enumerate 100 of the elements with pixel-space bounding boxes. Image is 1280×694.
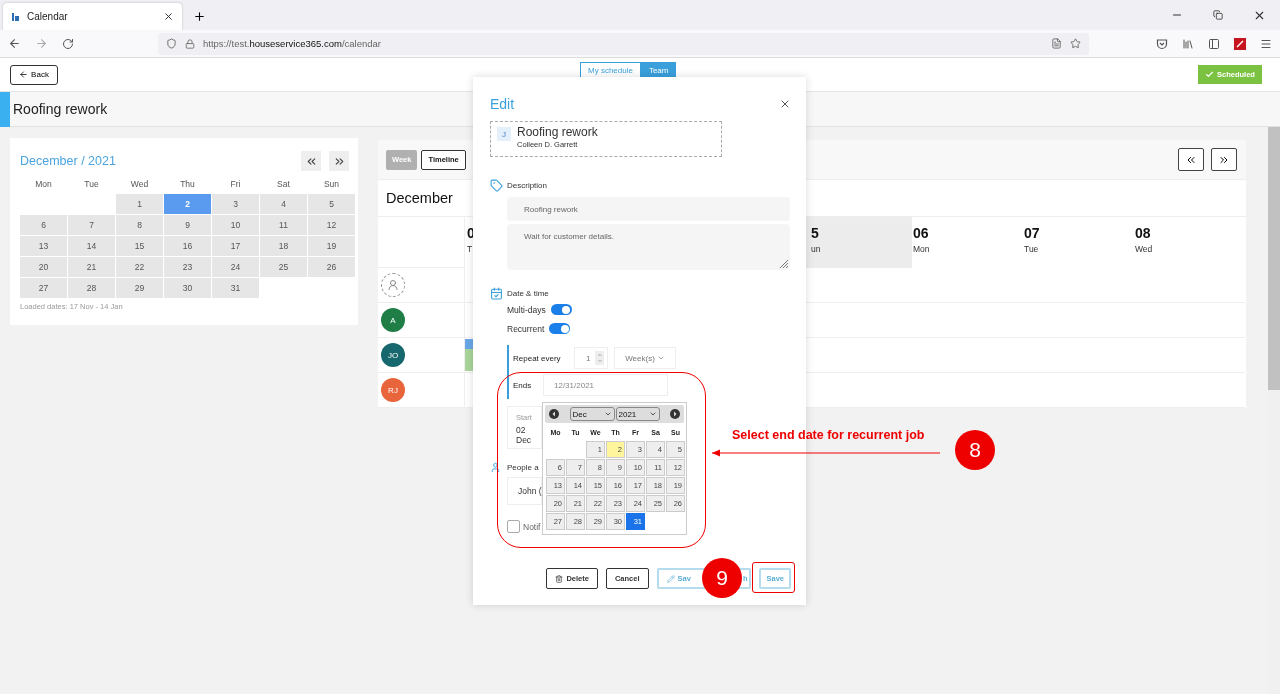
arrow-left-icon: [19, 70, 29, 79]
weekday-label: Wed: [129, 179, 150, 191]
calendar-day[interactable]: 23: [164, 257, 211, 277]
calendar-day[interactable]: 14: [68, 236, 115, 256]
shield-icon: [166, 38, 177, 49]
year-select[interactable]: 2021: [615, 407, 660, 421]
chevron-down-icon: [603, 410, 612, 418]
day-number: 08: [1135, 225, 1152, 241]
tab-title: Calendar: [27, 11, 68, 22]
tag-icon: [490, 178, 503, 192]
calendar-day[interactable]: 12: [308, 215, 355, 235]
back-button[interactable]: Back: [10, 64, 58, 85]
section-label: Date & time: [507, 288, 549, 298]
calendar-day[interactable]: 21: [68, 257, 115, 277]
weekday-label: Fri: [229, 179, 242, 191]
calendar-day[interactable]: 24: [212, 257, 259, 277]
calendar-day[interactable]: 3: [212, 194, 259, 214]
address-bar[interactable]: https://test.houseservice365.com/calendar: [158, 32, 1089, 55]
calendar-day[interactable]: 16: [164, 236, 211, 256]
calendar-day[interactable]: 17: [212, 236, 259, 256]
weekday-label: Sat: [276, 179, 291, 191]
step-number: 8: [955, 430, 995, 470]
end-date-field[interactable]: 12/31/2021: [543, 374, 668, 396]
section-label: Description: [507, 180, 547, 190]
calendar-day[interactable]: 4: [260, 194, 307, 214]
close-icon[interactable]: [779, 98, 791, 110]
pocket-icon[interactable]: [1156, 37, 1168, 50]
summary-field[interactable]: Roofing rework: [507, 197, 790, 221]
avatar: A: [381, 308, 405, 332]
library-icon[interactable]: [1182, 37, 1194, 50]
next-month-icon[interactable]: [670, 409, 680, 419]
next-button[interactable]: [329, 151, 349, 171]
calendar-day[interactable]: 7: [68, 215, 115, 235]
day-name: un: [811, 244, 822, 254]
menu-icon[interactable]: [1260, 37, 1272, 50]
notes-field[interactable]: Wait for customer details.: [507, 224, 790, 270]
back-icon[interactable]: [8, 37, 21, 50]
previous-button[interactable]: [301, 151, 321, 171]
extension-icon[interactable]: [1234, 37, 1246, 50]
job-name: Roofing rework: [517, 125, 598, 139]
day-name: Wed: [1135, 244, 1154, 254]
person-icon: [490, 461, 501, 473]
restore-icon[interactable]: [1213, 10, 1223, 20]
bookmark-star-icon[interactable]: [1070, 38, 1081, 49]
calendar-day[interactable]: 27: [20, 278, 67, 298]
calendar-day[interactable]: 1: [116, 194, 163, 214]
job-badge: J: [497, 127, 511, 141]
notify-checkbox[interactable]: [507, 520, 520, 533]
calendar-day[interactable]: 15: [116, 236, 163, 256]
notify-label: Notif: [523, 521, 541, 532]
reload-icon[interactable]: [62, 37, 74, 50]
dialog-title: Edit: [490, 96, 515, 112]
repeat-unit-select[interactable]: Week(s): [614, 347, 676, 369]
calendar-day[interactable]: 26: [308, 257, 355, 277]
close-tab-icon[interactable]: [163, 11, 174, 22]
calendar-day[interactable]: 10: [212, 215, 259, 235]
highlight-frame: [752, 562, 795, 593]
weekday-label: Thu: [179, 179, 196, 191]
scrollbar-thumb[interactable]: [1268, 127, 1280, 390]
calendar-day[interactable]: 25: [260, 257, 307, 277]
chevron-down-icon: [656, 354, 665, 362]
calendar-day[interactable]: 13: [20, 236, 67, 256]
day-number: 07: [1024, 225, 1041, 241]
next-week-button[interactable]: [1211, 148, 1237, 171]
people-field[interactable]: John (: [507, 477, 542, 505]
calendar-day[interactable]: 20: [20, 257, 67, 277]
weekday-label: Mon: [34, 179, 53, 191]
previous-month-icon[interactable]: [549, 409, 559, 419]
repeat-count-field[interactable]: 1: [574, 347, 608, 369]
day-name: T: [467, 244, 474, 254]
person-icon: [387, 279, 399, 291]
weekday-label: Sun: [322, 179, 341, 191]
day-number: 5: [811, 225, 820, 241]
previous-week-button[interactable]: [1178, 148, 1204, 171]
calendar-day[interactable]: 29: [116, 278, 163, 298]
calendar-day[interactable]: 22: [116, 257, 163, 277]
calendar-day[interactable]: 9: [164, 215, 211, 235]
job-title: Roofing rework: [13, 101, 108, 117]
calendar-day[interactable]: 11: [260, 215, 307, 235]
url-text: https://test.houseservice365.com/calendar: [203, 38, 381, 49]
reader-view-icon[interactable]: [1051, 38, 1062, 49]
check-icon: [1205, 70, 1215, 79]
calendar-day[interactable]: 30: [164, 278, 211, 298]
calendar-day[interactable]: 28: [68, 278, 115, 298]
calendar-day[interactable]: 19: [308, 236, 355, 256]
month-select[interactable]: Dec: [569, 407, 615, 421]
toggle-switch[interactable]: [550, 304, 572, 315]
calendar-day[interactable]: 31: [212, 278, 259, 298]
accent-stripe: [0, 91, 10, 127]
sidebar-icon[interactable]: [1208, 37, 1220, 50]
calendar-day[interactable]: 8: [116, 215, 163, 235]
calendar-day[interactable]: 5: [308, 194, 355, 214]
toggle-switch[interactable]: [549, 323, 571, 334]
site-logo-icon: [11, 11, 21, 22]
ends-label: Ends: [513, 380, 533, 390]
people-label: People a: [507, 462, 539, 472]
browser-tab[interactable]: Calendar: [3, 3, 182, 30]
calendar-day[interactable]: 18: [260, 236, 307, 256]
new-tab-icon[interactable]: [193, 10, 206, 23]
calendar-day[interactable]: 6: [20, 215, 67, 235]
